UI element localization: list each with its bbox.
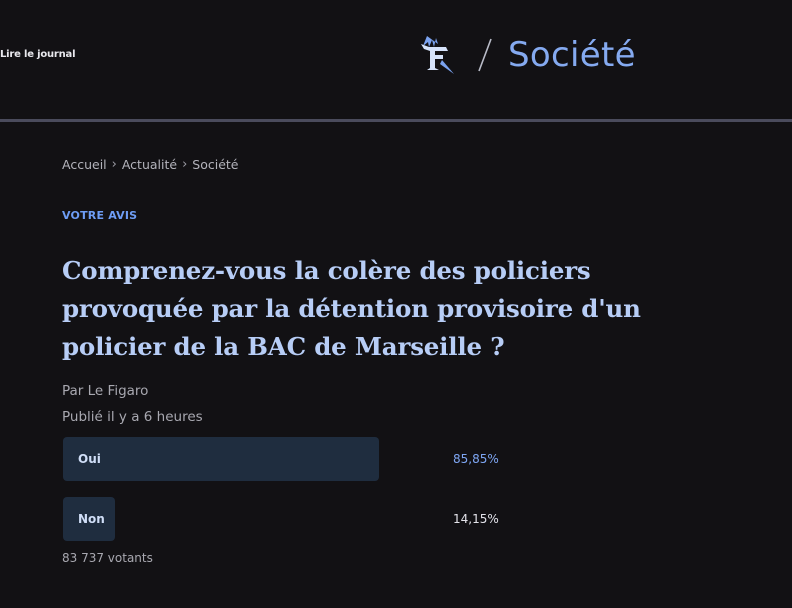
chevron-right-icon: ›: [111, 157, 117, 172]
poll-option-oui[interactable]: Oui 85,85%: [63, 437, 499, 481]
breadcrumb-item-actualite[interactable]: Actualité: [122, 157, 177, 172]
article-byline: Par Le Figaro: [62, 383, 149, 399]
page: Lire le journal Société Accueil › Actual…: [0, 0, 792, 608]
poll-vote-count: 83 737 votants: [62, 551, 153, 565]
article-headline: Comprenez-vous la colère des policiers p…: [62, 256, 641, 361]
section-title[interactable]: Société: [508, 31, 636, 79]
chevron-right-icon: ›: [182, 157, 188, 172]
poll-option-percent: 14,15%: [453, 512, 499, 526]
breadcrumb-item-accueil[interactable]: Accueil: [62, 157, 107, 172]
poll-bar-oui: [63, 437, 379, 481]
read-newspaper-link[interactable]: Lire le journal: [0, 49, 76, 60]
poll-option-label: Non: [78, 512, 105, 526]
article-kicker: VOTRE AVIS: [62, 209, 138, 222]
slash-separator: [478, 38, 492, 72]
article-published-time: Publié il y a 6 heures: [62, 409, 203, 425]
header-divider: [0, 119, 792, 122]
site-brand: Société: [418, 31, 636, 79]
breadcrumb-item-societe[interactable]: Société: [192, 157, 238, 172]
poll-option-label: Oui: [78, 452, 101, 466]
poll-option-percent: 85,85%: [453, 452, 499, 466]
poll-option-non[interactable]: Non 14,15%: [63, 497, 499, 541]
le-figaro-f-logo-icon[interactable]: [418, 34, 458, 76]
breadcrumb: Accueil › Actualité › Société: [62, 157, 239, 172]
